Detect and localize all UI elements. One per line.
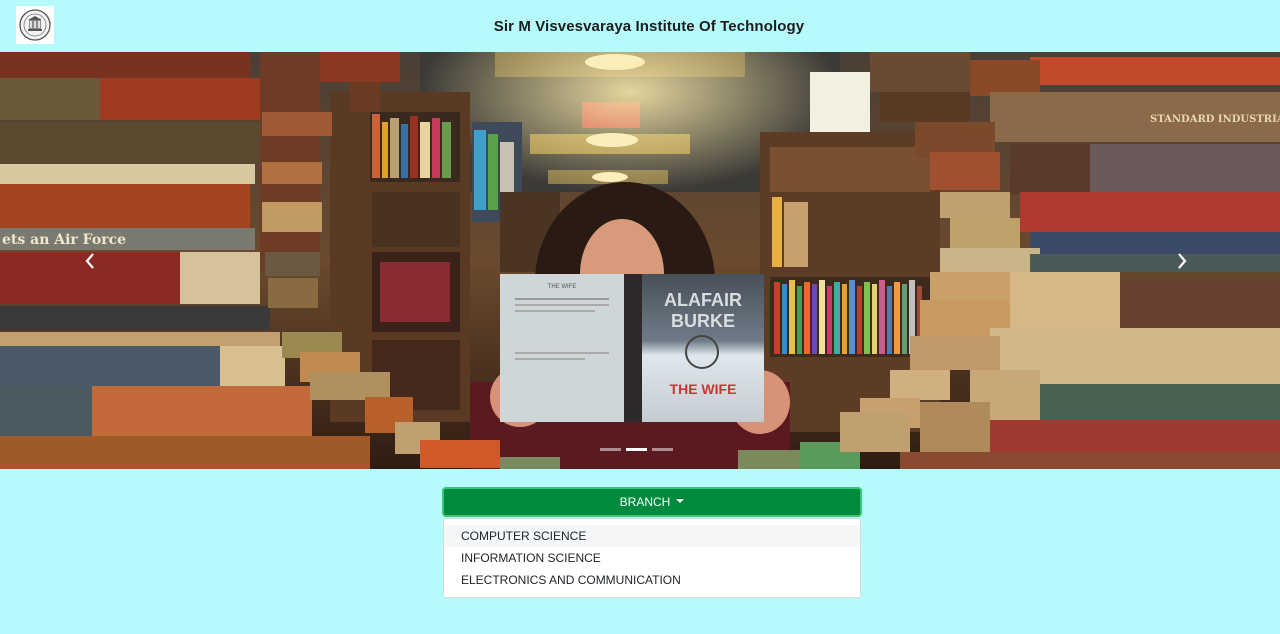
carousel-indicators (600, 448, 673, 451)
svg-text:THE WIFE: THE WIFE (548, 284, 577, 290)
hero-carousel[interactable]: ALAFAIR BURKE THE WIFE THE WIFE ets an A… (0, 52, 1280, 469)
carousel-prev-button[interactable] (70, 237, 110, 285)
svg-text:BURKE: BURKE (671, 311, 735, 331)
menu-item-electronics-and-communication[interactable]: ELECTRONICS AND COMMUNICATION (444, 569, 860, 591)
caret-down-icon (676, 499, 685, 503)
college-logo[interactable] (16, 6, 54, 44)
branch-dropdown-menu: COMPUTER SCIENCE INFORMATION SCIENCE ELE… (443, 518, 861, 598)
branch-dropdown-button[interactable]: BRANCH (442, 487, 862, 517)
held-book: ALAFAIR BURKE THE WIFE THE WIFE (500, 274, 764, 422)
chevron-left-icon (85, 253, 94, 269)
menu-item-computer-science[interactable]: COMPUTER SCIENCE (444, 525, 860, 547)
page-title: Sir M Visvesvaraya Institute Of Technolo… (493, 17, 805, 35)
carousel-indicator-1[interactable] (600, 448, 621, 451)
library-photo: ALAFAIR BURKE THE WIFE THE WIFE ets an A… (0, 52, 1280, 469)
carousel-indicator-2[interactable] (626, 448, 647, 451)
svg-text:THE WIFE: THE WIFE (670, 381, 737, 397)
carousel-next-button[interactable] (1162, 237, 1202, 285)
branch-dropdown: BRANCH COMPUTER SCIENCE INFORMATION SCIE… (442, 487, 862, 598)
site-header: Sir M Visvesvaraya Institute Of Technolo… (0, 0, 1280, 52)
svg-text:STANDARD INDUSTRIAL CLASS: STANDARD INDUSTRIAL CLASS (1150, 114, 1280, 125)
chevron-right-icon (1178, 253, 1187, 269)
college-emblem-icon (19, 9, 51, 41)
branch-dropdown-label: BRANCH (619, 495, 671, 509)
svg-text:ALAFAIR: ALAFAIR (664, 290, 742, 310)
carousel-indicator-3[interactable] (652, 448, 673, 451)
menu-item-information-science[interactable]: INFORMATION SCIENCE (444, 547, 860, 569)
